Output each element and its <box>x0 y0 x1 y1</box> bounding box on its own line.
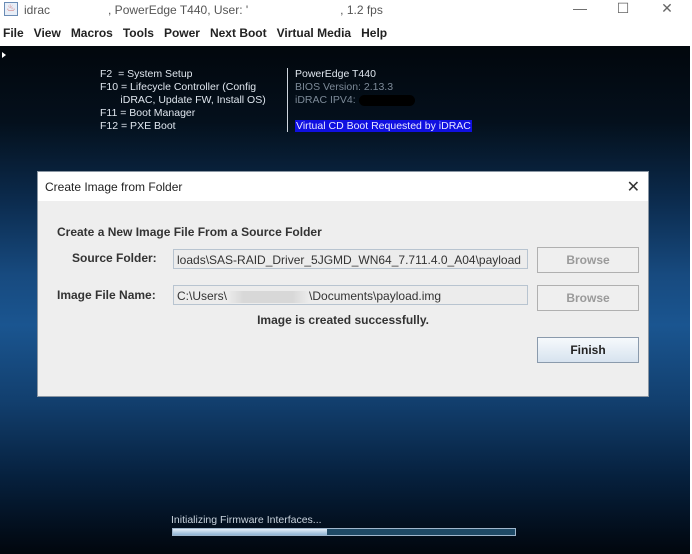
image-path-prefix: C:\Users\ <box>177 289 228 303</box>
image-path-suffix: \Documents\payload.img <box>309 289 442 303</box>
source-browse-button[interactable]: Browse <box>537 247 639 273</box>
redacted-username <box>227 290 310 303</box>
source-folder-input[interactable]: loads\SAS-RAID_Driver_5JGMD_WN64_7.711.4… <box>173 249 528 269</box>
dialog-title: Create Image from Folder <box>45 180 183 194</box>
menu-macros[interactable]: Macros <box>68 22 119 46</box>
dialog-titlebar: Create Image from Folder ✕ <box>38 172 648 201</box>
boot-info: PowerEdge T440 BIOS Version: 2.13.3 iDRAC … <box>295 68 472 133</box>
dialog-close-button[interactable]: ✕ <box>627 177 640 197</box>
menu-power[interactable]: Power <box>161 22 206 46</box>
title-host: idrac <box>24 3 51 17</box>
hotkey-f2: F2 = System Setup <box>100 68 193 80</box>
image-browse-button[interactable]: Browse <box>537 285 639 311</box>
bios-version: BIOS Version: 2.13.3 <box>295 81 394 93</box>
boot-hotkeys: F2 = System Setup F10 = Lifecycle Control… <box>100 68 266 133</box>
idrac-ip-label: iDRAC IPV4: <box>295 94 356 106</box>
hotkey-f10: F10 = Lifecycle Controller (Config <box>100 81 257 93</box>
mouse-cursor-icon <box>2 52 6 58</box>
java-app-icon: ♨ <box>4 2 18 16</box>
menu-view[interactable]: View <box>31 22 67 46</box>
create-image-dialog: Create Image from Folder ✕ Create a New I… <box>37 171 649 397</box>
menu-next-boot[interactable]: Next Boot <box>207 22 273 46</box>
status-message: Image is created successfully. <box>257 313 429 327</box>
progress-bar <box>172 528 516 536</box>
redacted-ip <box>358 94 415 106</box>
menu-virtual-media[interactable]: Virtual Media <box>274 22 357 46</box>
minimize-button[interactable]: — <box>565 0 595 18</box>
menu-file[interactable]: File <box>0 22 30 46</box>
image-file-name-input[interactable]: C:\Users\ \Documents\payload.img <box>173 285 528 305</box>
maximize-button[interactable]: ☐ <box>608 0 638 18</box>
source-folder-label: Source Folder: <box>72 251 157 265</box>
title-fps: , 1.2 fps <box>340 3 383 17</box>
boot-divider <box>287 68 288 132</box>
progress-fill <box>173 529 327 535</box>
menu-bar: File View Macros Tools Power Next Boot V… <box>0 22 692 46</box>
hotkey-f11: F11 = Boot Manager <box>100 107 196 119</box>
window-titlebar: ♨ idrac , PowerEdge T440, User: ' , 1.2 fp… <box>0 0 692 20</box>
menu-tools[interactable]: Tools <box>120 22 160 46</box>
window-title: idrac , PowerEdge T440, User: ' , 1.2 fps <box>24 3 383 17</box>
title-model: , PowerEdge T440, User: ' <box>108 3 249 17</box>
image-file-name-label: Image File Name: <box>57 288 156 302</box>
hotkey-f10-cont: iDRAC, Update FW, Install OS) <box>100 94 266 106</box>
progress-label: Initializing Firmware Interfaces... <box>171 514 322 526</box>
virtual-cd-notice: Virtual CD Boot Requested by iDRAC <box>295 120 472 132</box>
server-model: PowerEdge T440 <box>295 68 376 80</box>
dialog-heading: Create a New Image File From a Source Fo… <box>57 225 322 239</box>
hotkey-f12: F12 = PXE Boot <box>100 120 176 132</box>
finish-button[interactable]: Finish <box>537 337 639 363</box>
menu-help[interactable]: Help <box>358 22 393 46</box>
close-window-button[interactable]: ✕ <box>652 0 682 18</box>
